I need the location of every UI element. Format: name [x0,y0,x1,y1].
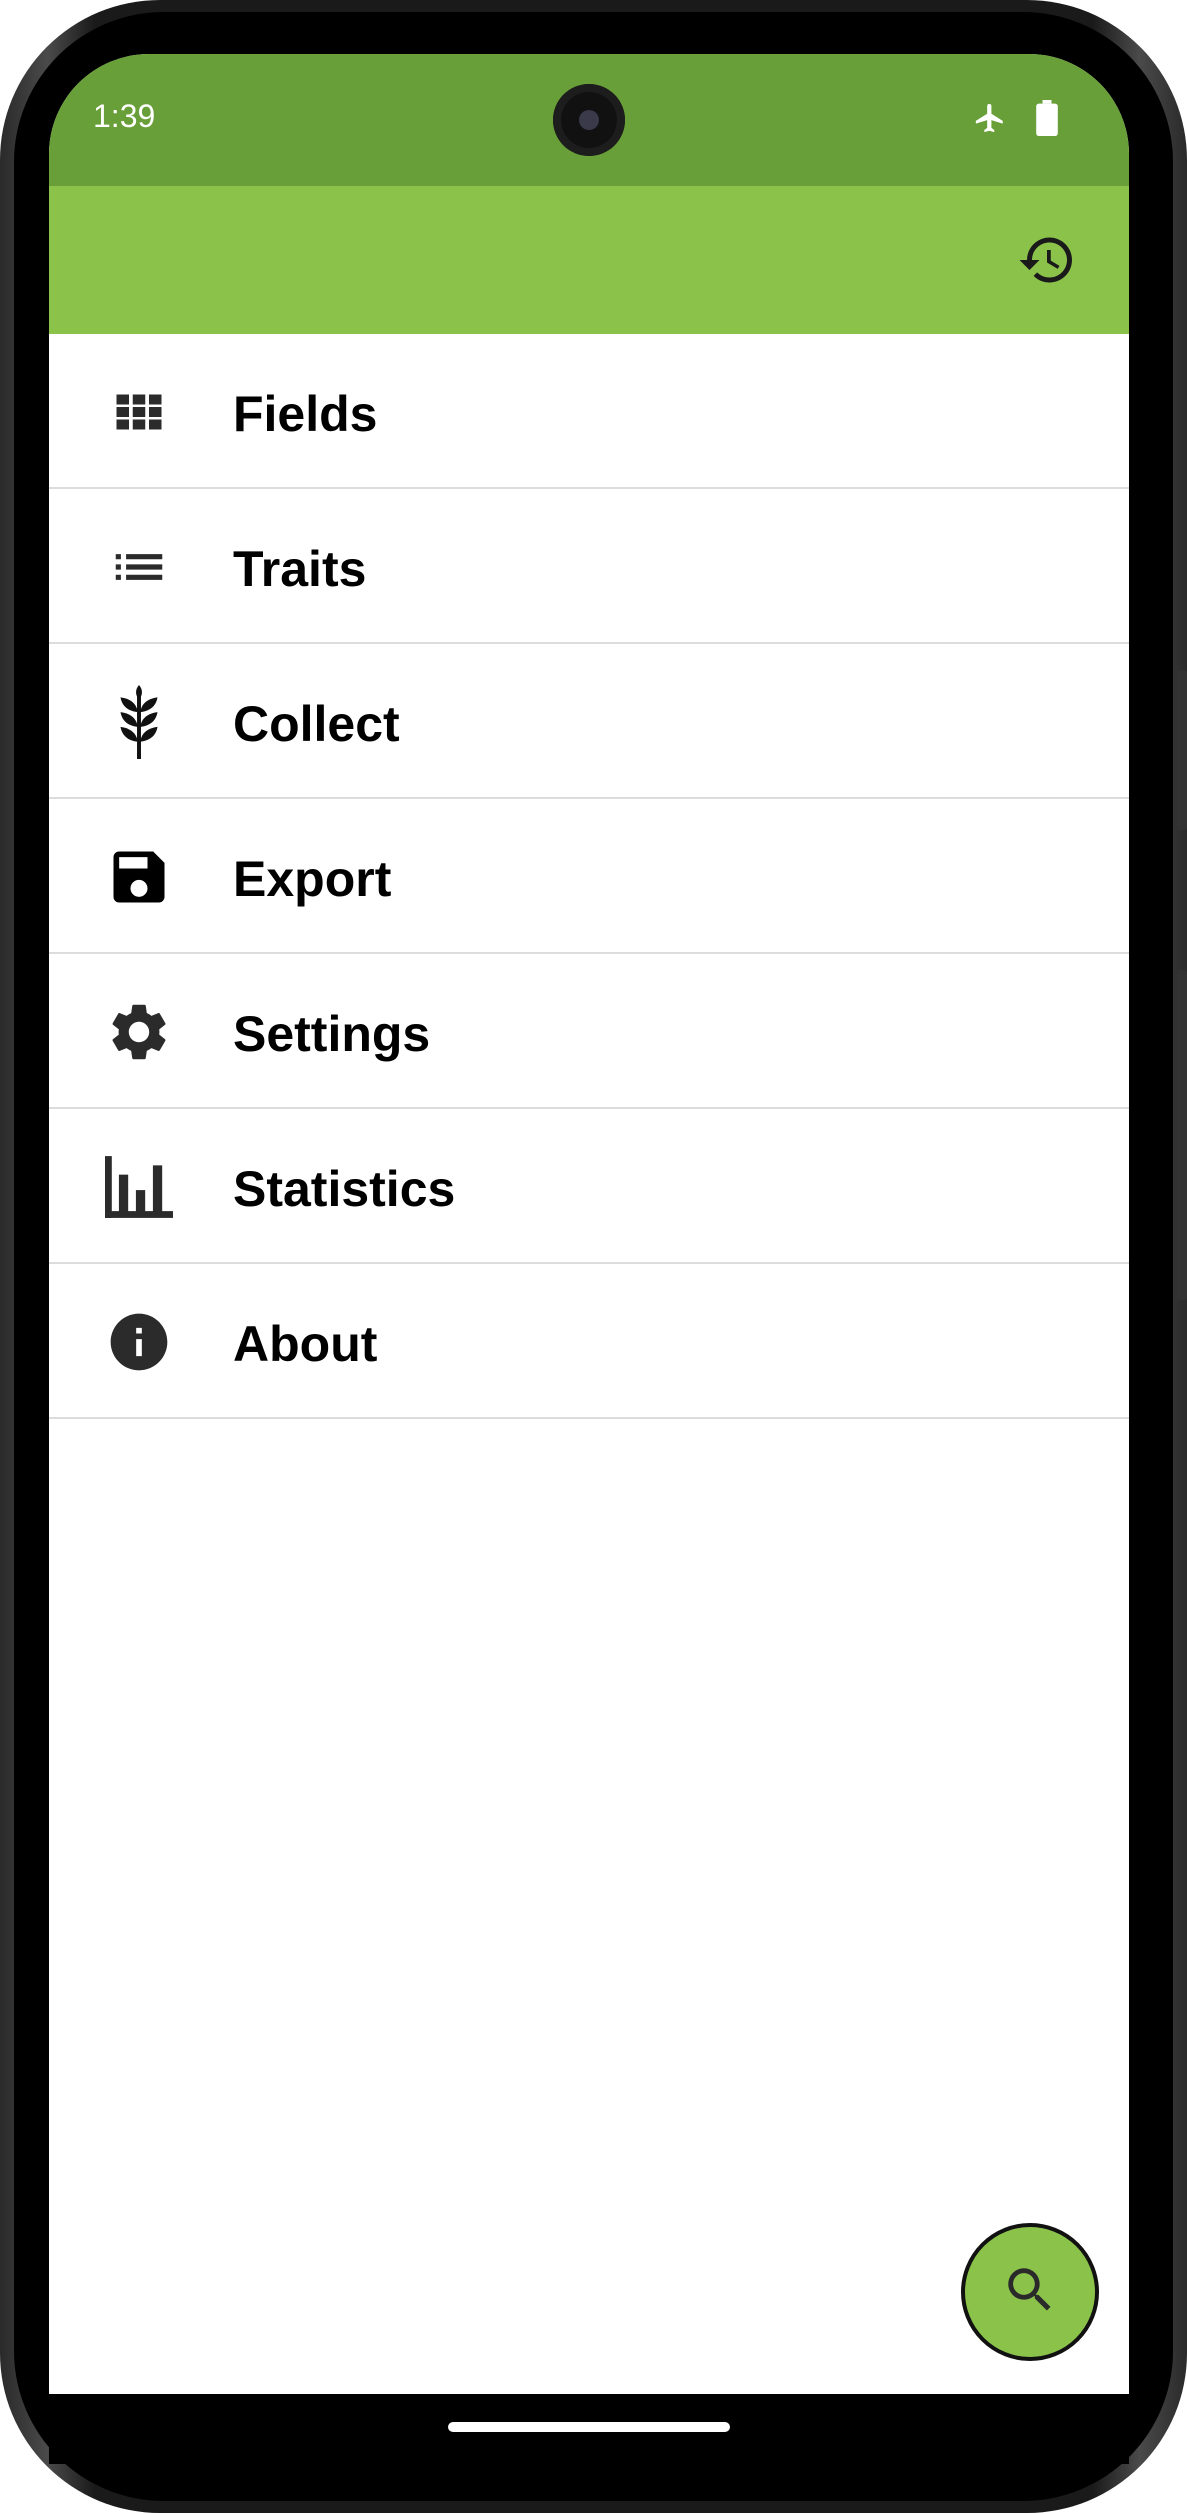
menu-label-about: About [233,1316,378,1372]
menu-item-export[interactable]: Export [49,799,1129,954]
gear-icon [105,998,173,1066]
menu-item-fields[interactable]: Fields [49,334,1129,489]
menu-item-statistics[interactable]: Statistics [49,1109,1129,1264]
status-bar: 1:39 [49,54,1129,186]
grid-icon [105,378,173,446]
main-menu: Fields Traits Collect Export Settings St… [49,334,1129,1419]
menu-label-settings: Settings [233,1006,431,1062]
search-icon [1001,2261,1059,2324]
info-icon [105,1308,173,1376]
menu-label-traits: Traits [233,541,367,597]
menu-label-collect: Collect [233,696,400,752]
menu-item-about[interactable]: About [49,1264,1129,1419]
list-icon [105,533,173,601]
navigation-bar [49,2394,1129,2464]
menu-item-collect[interactable]: Collect [49,644,1129,799]
front-camera [553,84,625,156]
history-button[interactable] [1017,232,1077,292]
bar-chart-icon [105,1153,173,1221]
menu-label-fields: Fields [233,386,378,442]
menu-label-statistics: Statistics [233,1161,456,1217]
airplane-icon [973,101,1007,140]
menu-item-settings[interactable]: Settings [49,954,1129,1109]
history-icon [1017,230,1077,295]
menu-label-export: Export [233,851,392,907]
menu-item-traits[interactable]: Traits [49,489,1129,644]
home-indicator[interactable] [448,2422,730,2432]
power-button [1177,970,1187,1300]
save-icon [105,843,173,911]
battery-icon [1035,100,1059,141]
app-screen: 1:39 Fields Traits Collect Export Settin… [49,54,1129,2394]
status-time: 1:39 [93,98,156,134]
search-fab-button[interactable] [961,2223,1099,2361]
volume-button [1177,670,1187,830]
app-toolbar [49,186,1129,334]
wheat-icon [105,685,173,759]
